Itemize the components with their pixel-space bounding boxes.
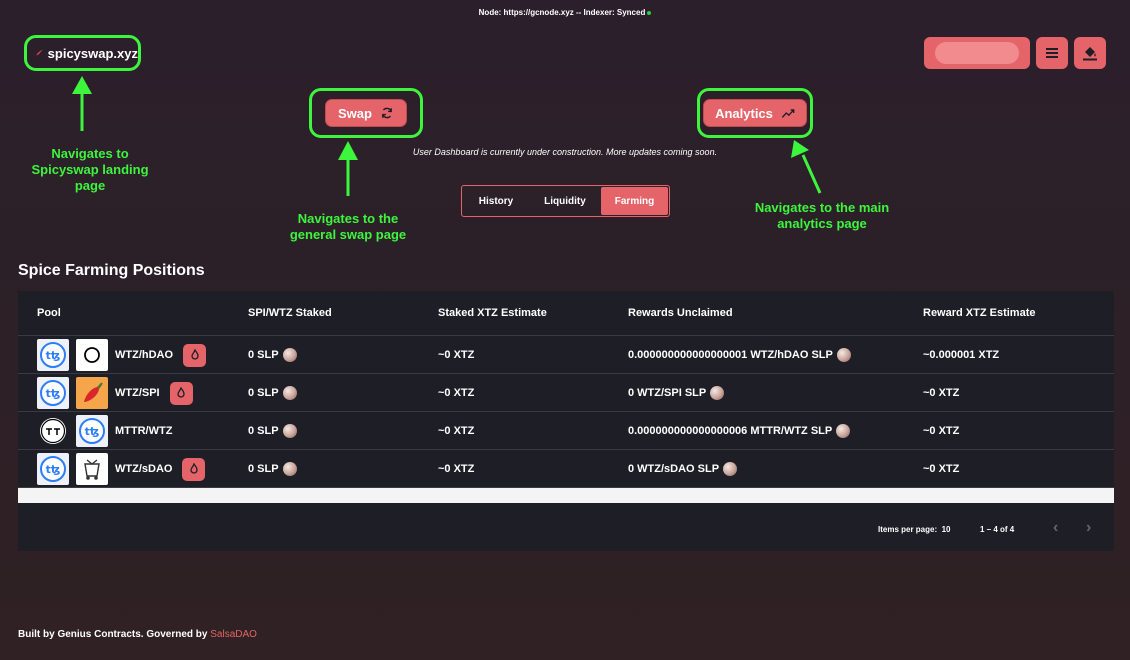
staked-cell: 0 SLP	[248, 450, 297, 488]
farming-table: Pool SPI/WTZ Staked Staked XTZ Estimate …	[18, 291, 1114, 551]
svg-text:tꜩ: tꜩ	[46, 463, 61, 476]
svg-text:tꜩ: tꜩ	[46, 387, 61, 400]
header-staked-xtz: Staked XTZ Estimate	[438, 307, 547, 319]
items-per-page: Items per page: 10	[878, 525, 951, 534]
table-header: Pool SPI/WTZ Staked Staked XTZ Estimate …	[18, 291, 1114, 336]
pool-name: WTZ/hDAO	[115, 349, 174, 361]
staked-xtz-cell: ~0 XTZ	[438, 463, 475, 475]
rewards-value: 0.000000000000000006 MTTR/WTZ SLP	[628, 425, 833, 437]
harvest-button[interactable]	[169, 381, 193, 405]
analytics-annotation: Navigates to the main analytics page	[754, 200, 890, 231]
page-range: 1 – 4 of 4	[980, 525, 1015, 534]
header-reward-xtz: Reward XTZ Estimate	[923, 307, 1036, 319]
staked-cell: 0 SLP	[248, 412, 297, 450]
logo-annotation: Navigates to Spicyswap landing page	[31, 146, 149, 193]
lp-token-icon	[836, 348, 851, 362]
rewards-value: 0 WTZ/sDAO SLP	[628, 463, 720, 475]
analytics-arrow-shaft	[801, 154, 822, 194]
rewards-cell: 0 WTZ/SPI SLP	[628, 374, 725, 412]
items-per-page-label: Items per page:	[878, 525, 938, 534]
lp-token-icon	[710, 386, 725, 400]
header-staked: SPI/WTZ Staked	[248, 307, 332, 319]
items-per-page-select[interactable]: 10	[942, 525, 951, 534]
reward-xtz-cell: ~0 XTZ	[923, 387, 960, 399]
svg-text:tꜩ: tꜩ	[85, 425, 100, 438]
chili-icon	[76, 377, 108, 409]
reward-xtz-cell: ~0 XTZ	[923, 425, 960, 437]
lp-token-icon	[836, 424, 851, 438]
tezos-icon: tꜩ	[76, 415, 108, 447]
pool-cell: tꜩ WTZ/hDAO	[37, 336, 207, 374]
reward-xtz-cell: ~0.000001 XTZ	[923, 349, 1000, 361]
flame-icon	[190, 463, 198, 474]
staked-xtz-cell: ~0 XTZ	[438, 425, 475, 437]
sdao-icon	[76, 453, 108, 485]
pool-name: WTZ/sDAO	[115, 463, 173, 475]
pool-cell: tꜩ MTTR/WTZ	[37, 412, 172, 450]
rewards-value: 0.000000000000000001 WTZ/hDAO SLP	[628, 349, 833, 361]
rewards-value: 0 WTZ/SPI SLP	[628, 387, 707, 399]
hdao-icon	[76, 339, 108, 371]
staked-xtz-cell: ~0 XTZ	[438, 387, 475, 399]
staked-cell: 0 SLP	[248, 374, 297, 412]
header-pool: Pool	[37, 307, 61, 319]
tezos-icon: tꜩ	[37, 377, 69, 409]
rewards-cell: 0.000000000000000001 WTZ/hDAO SLP	[628, 336, 851, 374]
horizontal-scrollbar[interactable]	[18, 488, 1114, 503]
reward-xtz-cell: ~0 XTZ	[923, 463, 960, 475]
staked-value: 0 SLP	[248, 349, 279, 361]
analytics-arrow-head	[791, 140, 809, 158]
rewards-cell: 0.000000000000000006 MTTR/WTZ SLP	[628, 412, 851, 450]
pool-cell: tꜩ WTZ/sDAO	[37, 450, 206, 488]
flame-icon	[190, 349, 199, 360]
paginator: Items per page: 10 1 – 4 of 4 ‹ ›	[18, 511, 1114, 551]
salsadao-link[interactable]: SalsaDAO	[210, 629, 257, 640]
flame-icon	[177, 387, 185, 398]
pool-name: WTZ/SPI	[115, 387, 160, 399]
staked-cell: 0 SLP	[248, 336, 297, 374]
swap-annotation: Navigates to the general swap page	[289, 211, 407, 242]
harvest-button[interactable]	[183, 343, 207, 367]
harvest-button[interactable]	[182, 457, 206, 481]
table-row: tꜩ WTZ/hDAO 0 SLP ~0 XTZ 0.0000000000000…	[18, 336, 1114, 374]
lp-token-icon	[282, 462, 297, 476]
lp-token-icon	[282, 386, 297, 400]
footer-text: Built by Genius Contracts. Governed by	[18, 629, 208, 640]
staked-value: 0 SLP	[248, 463, 279, 475]
pool-name: MTTR/WTZ	[115, 425, 173, 437]
previous-page-button[interactable]: ‹	[1053, 519, 1058, 537]
footer: Built by Genius Contracts. Governed by S…	[18, 629, 257, 640]
mttr-icon	[37, 415, 69, 447]
swap-arrow-head	[338, 141, 358, 160]
svg-text:tꜩ: tꜩ	[46, 349, 61, 362]
annotation-arrows	[72, 76, 822, 196]
lp-token-icon	[723, 462, 738, 476]
header-rewards: Rewards Unclaimed	[628, 307, 733, 319]
tezos-icon: tꜩ	[37, 339, 69, 371]
lp-token-icon	[282, 424, 297, 438]
lp-token-icon	[282, 348, 297, 362]
pool-cell: tꜩ WTZ/SPI	[37, 374, 193, 412]
table-row: tꜩ WTZ/sDAO 0 SLP ~0 XTZ 0 WTZ/sDAO SLP …	[18, 450, 1114, 488]
rewards-cell: 0 WTZ/sDAO SLP	[628, 450, 738, 488]
next-page-button[interactable]: ›	[1086, 519, 1091, 537]
logo-arrow-head	[72, 76, 92, 94]
staked-value: 0 SLP	[248, 387, 279, 399]
table-row: tꜩ WTZ/SPI 0 SLP ~0 XTZ 0 WTZ/SPI SLP ~0…	[18, 374, 1114, 412]
tezos-icon: tꜩ	[37, 453, 69, 485]
staked-xtz-cell: ~0 XTZ	[438, 349, 475, 361]
staked-value: 0 SLP	[248, 425, 279, 437]
table-row: tꜩ MTTR/WTZ 0 SLP ~0 XTZ 0.0000000000000…	[18, 412, 1114, 450]
section-title: Spice Farming Positions	[18, 262, 205, 279]
